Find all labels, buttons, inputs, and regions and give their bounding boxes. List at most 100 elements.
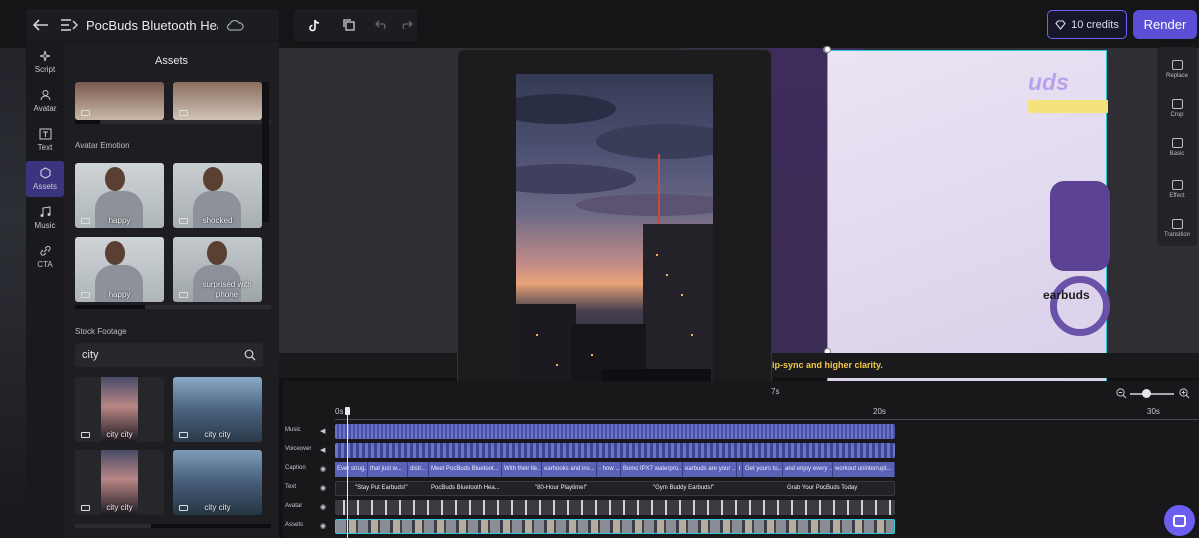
credits-button[interactable]: 10 credits bbox=[1047, 10, 1127, 39]
rail-item-assets[interactable]: Assets bbox=[26, 161, 64, 197]
undo-icon[interactable] bbox=[372, 14, 394, 36]
emotion-thumb[interactable]: shocked bbox=[173, 163, 262, 228]
menu-icon[interactable] bbox=[58, 14, 80, 36]
caption-clip[interactable]: Bomc IPX7 waterpro... bbox=[621, 462, 683, 477]
tool-basic[interactable]: Basic bbox=[1157, 129, 1197, 165]
promo-frame[interactable]: uds earbuds bbox=[827, 50, 1110, 400]
speaker-icon[interactable]: ◀ bbox=[320, 446, 325, 454]
caption-clip[interactable]: and enjoy every ... bbox=[783, 462, 833, 477]
asset-thumb[interactable] bbox=[173, 82, 262, 120]
image-icon bbox=[1171, 137, 1183, 148]
footage-thumb[interactable]: city city bbox=[173, 450, 262, 515]
rail-item-music[interactable]: Music bbox=[26, 200, 64, 236]
speaker-icon[interactable]: ◀ bbox=[320, 427, 325, 435]
caption-clip[interactable]: earbuds are your ... bbox=[683, 462, 737, 477]
caption-clip[interactable]: that just w... bbox=[368, 462, 408, 477]
track-avatar[interactable]: Avatar ◉ bbox=[283, 499, 1199, 516]
track-label: Voiceover bbox=[285, 446, 312, 452]
zoom-out-icon[interactable] bbox=[1116, 388, 1127, 399]
rail-item-text[interactable]: Text bbox=[26, 122, 64, 158]
tiktok-icon[interactable] bbox=[304, 14, 326, 36]
track-label: Avatar bbox=[285, 503, 303, 509]
tool-transition[interactable]: Transition bbox=[1157, 210, 1197, 246]
voiceover-clip[interactable] bbox=[335, 443, 895, 458]
panel-title: Assets bbox=[154, 55, 188, 67]
playhead[interactable] bbox=[345, 407, 350, 538]
tool-effect[interactable]: Effect bbox=[1157, 171, 1197, 207]
emotion-thumb[interactable]: happy bbox=[75, 237, 164, 302]
emotion-thumb[interactable]: happy bbox=[75, 163, 164, 228]
caption-clip[interactable]: workout uninterrupt... bbox=[833, 462, 895, 477]
assets-clip[interactable] bbox=[335, 519, 895, 534]
search-input[interactable]: city bbox=[82, 349, 99, 361]
section-label: Stock Footage bbox=[75, 327, 127, 336]
chat-support-button[interactable] bbox=[1164, 505, 1195, 536]
rail-item-cta[interactable]: CTA bbox=[26, 239, 64, 275]
city-footage-preview bbox=[516, 74, 713, 423]
rail-item-script[interactable]: Script bbox=[26, 44, 64, 80]
footage-thumb[interactable]: city city bbox=[173, 377, 262, 442]
caption-clip[interactable]: Ever strug... bbox=[335, 462, 368, 477]
tick-label: 7s bbox=[771, 387, 780, 396]
rail-item-avatar[interactable]: Avatar bbox=[26, 83, 64, 119]
track-text[interactable]: Text ◉ "Stay Put Earbuds!" PocBuds Bluet… bbox=[283, 480, 1199, 497]
track-assets[interactable]: Assets ◉ bbox=[283, 518, 1199, 535]
text-clip[interactable]: "Stay Put Earbuds!" bbox=[353, 481, 423, 496]
cloud-shape bbox=[516, 164, 636, 194]
text-clip[interactable]: "80-Hour Playtime!" bbox=[533, 481, 603, 496]
text-clip[interactable]: Grab Your PocBuds Today bbox=[785, 481, 865, 496]
scrollbar[interactable] bbox=[75, 120, 271, 124]
rail-label: Avatar bbox=[33, 104, 57, 113]
playhead-handle[interactable] bbox=[345, 407, 350, 415]
window-light bbox=[691, 334, 693, 336]
tool-crop[interactable]: Crop bbox=[1157, 90, 1197, 126]
eye-icon[interactable]: ◉ bbox=[320, 465, 326, 473]
duplicate-icon[interactable] bbox=[338, 14, 360, 36]
subtitle-text: ip-sync and higher clarity. bbox=[772, 360, 883, 370]
caption-clip[interactable]: earhooks and ins... bbox=[542, 462, 597, 477]
caption-clip[interactable]: Get yours to... bbox=[743, 462, 783, 477]
tool-replace[interactable]: Replace bbox=[1157, 51, 1197, 87]
scrollbar[interactable] bbox=[75, 524, 271, 528]
emotion-thumb[interactable]: surprised with phone bbox=[173, 237, 262, 302]
asset-thumb[interactable] bbox=[75, 82, 164, 120]
caption-clip[interactable]: distr... bbox=[408, 462, 429, 477]
render-button[interactable]: Render bbox=[1133, 10, 1197, 39]
redo-icon[interactable] bbox=[395, 14, 417, 36]
caption-clip[interactable]: Meet PocBuds Bluetoot... bbox=[429, 462, 502, 477]
panel-scrollbar[interactable] bbox=[262, 82, 269, 222]
text-clip[interactable]: PocBuds Bluetooth Hea... bbox=[429, 481, 502, 496]
music-clip[interactable] bbox=[335, 424, 895, 439]
caption-clip[interactable]: - how ... bbox=[597, 462, 621, 477]
music-icon bbox=[40, 206, 50, 217]
track-label: Assets bbox=[285, 522, 304, 528]
earbud-hook-image bbox=[1050, 276, 1110, 336]
eye-icon[interactable]: ◉ bbox=[320, 484, 326, 492]
tool-label: Transition bbox=[1163, 231, 1191, 238]
emotion-label: shocked bbox=[202, 216, 233, 225]
caption-clip[interactable]: With their lle... bbox=[502, 462, 542, 477]
footage-label: city city bbox=[106, 503, 133, 512]
zoom-in-icon[interactable] bbox=[1179, 388, 1190, 399]
eye-icon[interactable]: ◉ bbox=[320, 522, 326, 530]
footage-thumb[interactable]: city city bbox=[75, 450, 164, 515]
eye-icon[interactable]: ◉ bbox=[320, 503, 326, 511]
section-label: Avatar Emotion bbox=[75, 141, 130, 150]
resize-handle[interactable] bbox=[824, 46, 831, 53]
avatar-clip[interactable] bbox=[335, 500, 895, 515]
footage-thumb[interactable]: city city bbox=[75, 377, 164, 442]
project-title[interactable]: PocBuds Bluetooth Headp... bbox=[86, 18, 218, 33]
search-icon[interactable] bbox=[244, 349, 256, 361]
text-clip[interactable]: "Gym Buddy Earbuds!" bbox=[651, 481, 723, 496]
zoom-knob[interactable] bbox=[1142, 389, 1151, 398]
tick-label: 30s bbox=[1147, 407, 1160, 416]
zoom-control[interactable] bbox=[1116, 388, 1191, 400]
track-voiceover[interactable]: Voiceover ◀ bbox=[283, 442, 1199, 459]
scrollbar[interactable] bbox=[75, 305, 271, 309]
window-light bbox=[536, 334, 538, 336]
avatar-face bbox=[203, 167, 223, 191]
track-caption[interactable]: Caption ◉ Ever strug... that just w... d… bbox=[283, 461, 1199, 478]
track-music[interactable]: Music ◀ bbox=[283, 423, 1199, 440]
back-arrow-icon[interactable] bbox=[30, 14, 52, 36]
footage-search[interactable]: city bbox=[75, 343, 263, 367]
